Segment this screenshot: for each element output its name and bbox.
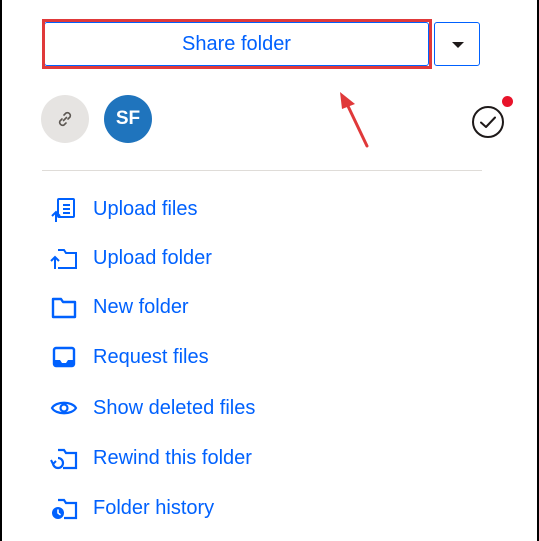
- action-new-folder[interactable]: New folder: [42, 289, 422, 325]
- folder-icon: [51, 297, 77, 319]
- action-label: Rewind this folder: [93, 447, 252, 469]
- action-label: Request files: [93, 346, 209, 368]
- annotation-arrow-icon: [340, 92, 369, 148]
- copy-link-button[interactable]: [41, 95, 89, 143]
- action-folder-history[interactable]: Folder history: [42, 490, 422, 526]
- panel: Share folder SF Upload files Upload fold…: [0, 0, 539, 541]
- action-show-deleted-files[interactable]: Show deleted files: [42, 390, 422, 426]
- request-files-icon: [52, 346, 76, 368]
- upload-files-icon: [51, 198, 75, 222]
- action-request-files[interactable]: Request files: [42, 339, 422, 375]
- folder-history-icon: [52, 498, 78, 520]
- caret-down-icon: [452, 42, 464, 48]
- action-upload-folder[interactable]: Upload folder: [42, 240, 422, 276]
- action-label: Show deleted files: [93, 397, 256, 419]
- action-rewind-folder[interactable]: Rewind this folder: [42, 440, 422, 476]
- upload-folder-icon: [50, 249, 77, 269]
- share-folder-button[interactable]: Share folder: [44, 22, 429, 66]
- share-button-group: Share folder: [42, 19, 482, 69]
- avatar[interactable]: SF: [104, 95, 152, 143]
- share-options-dropdown-button[interactable]: [434, 22, 480, 66]
- action-label: New folder: [93, 296, 189, 318]
- action-label: Folder history: [93, 497, 215, 519]
- divider: [42, 170, 482, 171]
- frame-left-border: [0, 0, 2, 541]
- notification-dot: [502, 96, 513, 107]
- action-upload-files[interactable]: Upload files: [42, 191, 422, 227]
- action-label: Upload files: [93, 198, 198, 220]
- eye-icon: [50, 401, 78, 415]
- rewind-folder-icon: [50, 448, 78, 470]
- action-label: Upload folder: [93, 247, 212, 269]
- link-icon: [58, 111, 72, 127]
